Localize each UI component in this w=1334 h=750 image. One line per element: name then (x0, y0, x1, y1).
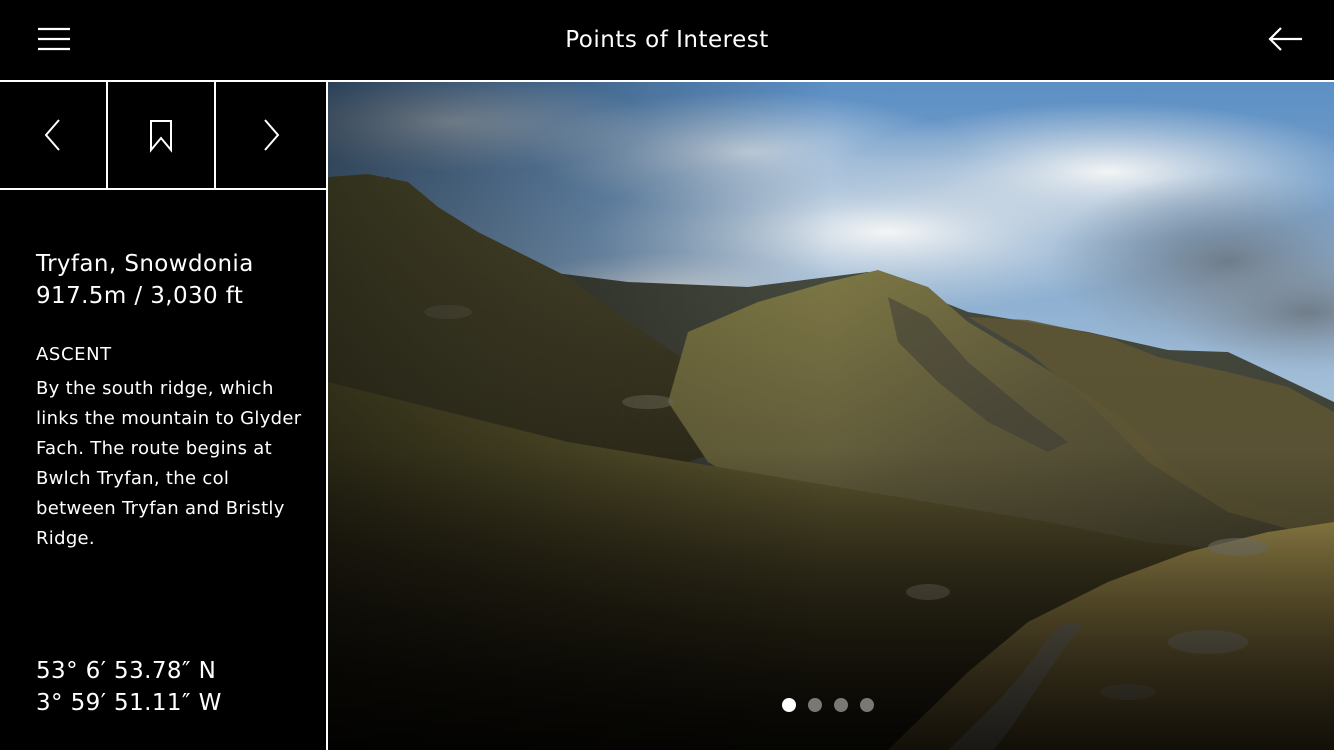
ascent-description: By the south ridge, which links the moun… (36, 378, 302, 549)
page-dot-1[interactable] (782, 698, 796, 712)
header-bar: Points of Interest (0, 0, 1334, 80)
mountain-landscape-image (328, 82, 1334, 750)
next-button[interactable] (216, 82, 326, 188)
poi-photo[interactable] (328, 82, 1334, 750)
bookmark-button[interactable] (108, 82, 214, 188)
page-dot-2[interactable] (808, 698, 822, 712)
longitude: 3° 59′ 51.11″ W (36, 690, 222, 716)
bookmark-icon (150, 120, 172, 153)
page-title: Points of Interest (565, 27, 769, 53)
ascent-heading: ASCENT (36, 344, 112, 365)
item-navigation (0, 82, 326, 188)
nav-row-divider (0, 188, 326, 190)
poi-elevation: 917.5m / 3,030 ft (36, 283, 244, 309)
latitude: 53° 6′ 53.78″ N (36, 658, 217, 684)
chevron-left-icon (44, 119, 60, 151)
page-dot-3[interactable] (834, 698, 848, 712)
previous-button[interactable] (0, 82, 106, 188)
app-screen: Points of Interest Tryfan, Snowdonia 917… (0, 0, 1334, 750)
chevron-right-icon (264, 119, 280, 151)
poi-name: Tryfan, Snowdonia (36, 251, 254, 277)
back-button[interactable] (1254, 18, 1314, 60)
gallery-pagination (782, 698, 874, 712)
arrow-left-icon (1268, 27, 1302, 51)
info-panel: Tryfan, Snowdonia 917.5m / 3,030 ft ASCE… (0, 82, 326, 750)
page-dot-4[interactable] (860, 698, 874, 712)
